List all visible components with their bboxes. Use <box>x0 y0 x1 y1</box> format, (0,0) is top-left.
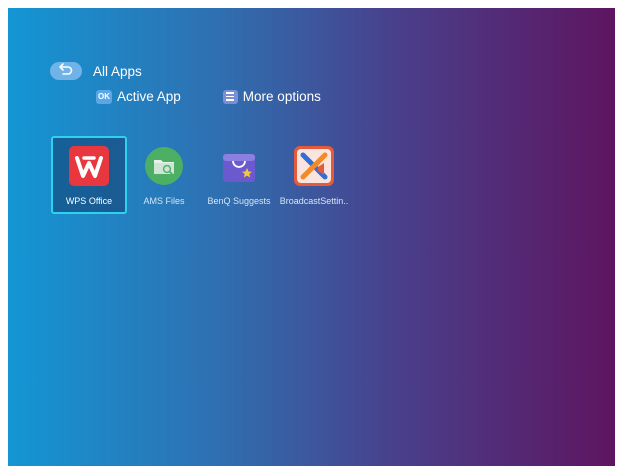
hint-label-active-app: Active App <box>117 89 181 104</box>
hint-label-more-options: More options <box>242 89 321 104</box>
menu-key-icon <box>222 89 238 104</box>
app-tile-ams-files[interactable]: AMS Files <box>126 136 202 214</box>
title-row: All Apps <box>50 62 321 80</box>
hint-more-options: More options <box>222 89 321 104</box>
app-label: BenQ Suggests <box>207 196 271 206</box>
key-hints: OK Active App More options <box>96 89 321 104</box>
back-button[interactable] <box>50 62 82 80</box>
benq-suggests-icon <box>219 146 259 186</box>
launcher-screen: All Apps OK Active App More options WPS … <box>8 8 615 466</box>
app-tile-broadcast-settings[interactable]: BroadcastSettin.. <box>276 136 352 214</box>
ok-key-icon: OK <box>96 89 112 104</box>
app-label: BroadcastSettin.. <box>279 196 349 206</box>
page-title: All Apps <box>93 63 142 79</box>
ams-files-icon <box>144 146 184 186</box>
wps-office-icon <box>69 146 109 186</box>
app-label: AMS Files <box>143 196 185 206</box>
broadcast-settings-icon <box>294 146 334 186</box>
app-tile-wps-office[interactable]: WPS Office <box>51 136 127 214</box>
app-grid: WPS Office AMS Files BenQ Suggests Broad… <box>51 136 351 214</box>
app-tile-benq-suggests[interactable]: BenQ Suggests <box>201 136 277 214</box>
header: All Apps OK Active App More options <box>50 62 321 104</box>
app-label: WPS Office <box>65 196 113 206</box>
back-arrow-icon <box>59 62 73 80</box>
hint-active-app: OK Active App <box>96 89 181 104</box>
